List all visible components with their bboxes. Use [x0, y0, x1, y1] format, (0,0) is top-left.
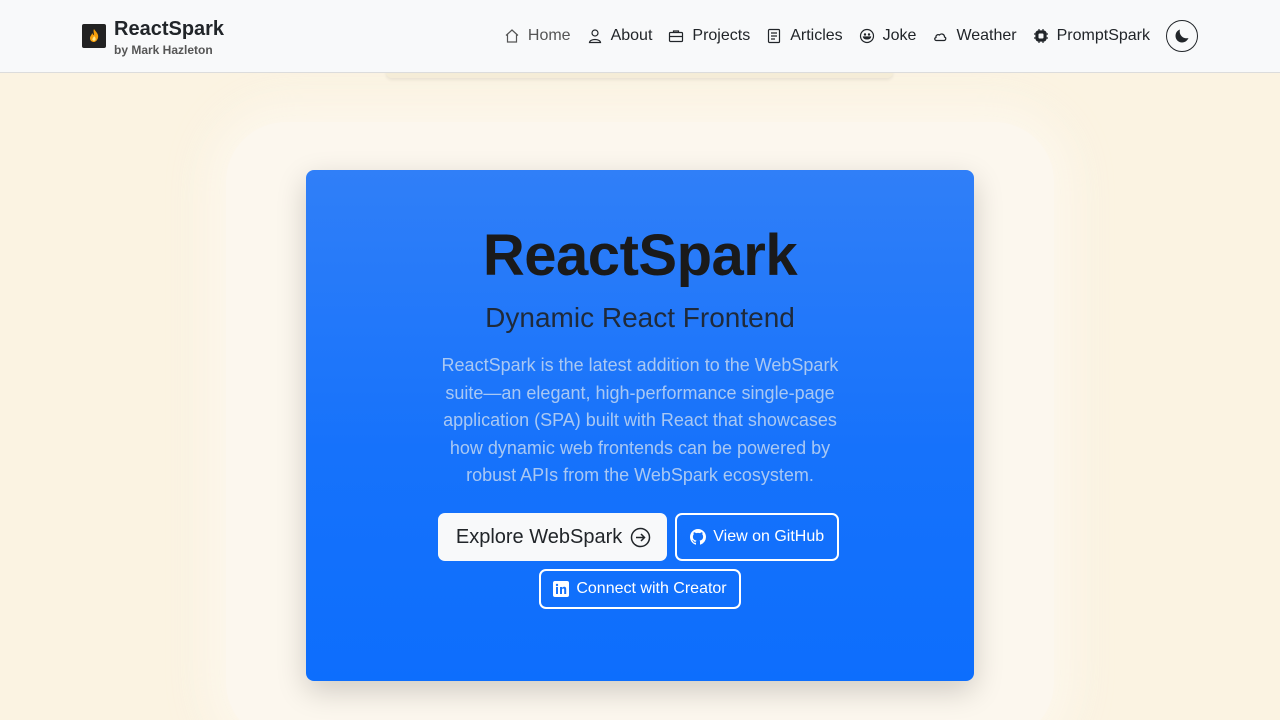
nav-label: PromptSpark — [1056, 27, 1150, 44]
nav-item-promptspark[interactable]: PromptSpark — [1025, 18, 1158, 54]
moon-icon — [1174, 28, 1190, 44]
theme-toggle-button[interactable] — [1166, 20, 1198, 52]
brand[interactable]: ReactSpark by Mark Hazleton — [82, 18, 224, 58]
nav-item-home[interactable]: Home — [496, 18, 579, 54]
hero-subtitle: Dynamic React Frontend — [485, 302, 795, 333]
nav-item-articles[interactable]: Articles — [758, 18, 850, 54]
hero-card: ReactSpark Dynamic React Frontend ReactS… — [306, 170, 974, 681]
nav-item-weather[interactable]: Weather — [924, 18, 1024, 54]
linkedin-icon — [553, 581, 570, 597]
arrow-right-circle-icon — [630, 527, 651, 548]
nav-item-joke[interactable]: Joke — [851, 18, 925, 54]
main-nav: Home About Projects Articles Joke Weathe… — [496, 0, 1198, 72]
cpu-icon — [1033, 28, 1049, 44]
briefcase-icon — [668, 28, 684, 44]
nav-label: About — [610, 27, 653, 44]
hero-title: ReactSpark — [482, 223, 798, 288]
nav-label: Weather — [956, 27, 1017, 44]
connect-with-creator-button[interactable]: Connect with Creator — [539, 569, 741, 609]
view-on-github-button[interactable]: View on GitHub — [675, 513, 840, 561]
smile-icon — [859, 28, 875, 44]
nav-item-projects[interactable]: Projects — [660, 18, 758, 54]
hero-description: ReactSpark is the latest addition to the… — [441, 355, 839, 485]
nav-item-about[interactable]: About — [579, 18, 661, 54]
github-icon — [690, 529, 707, 545]
button-label: Connect with Creator — [576, 580, 727, 597]
person-icon — [587, 28, 603, 44]
document-icon — [766, 28, 782, 44]
hero-button-row: Explore WebSpark View on GitHub — [306, 513, 974, 561]
nav-label: Home — [527, 27, 571, 44]
home-icon — [504, 28, 520, 44]
nav-label: Joke — [882, 27, 917, 44]
brand-title: ReactSpark — [114, 18, 225, 40]
button-label: Explore WebSpark — [455, 525, 623, 548]
brand-logo-icon — [82, 24, 106, 48]
explore-webspark-button[interactable]: Explore WebSpark — [437, 513, 668, 561]
navbar: ReactSpark by Mark Hazleton Home About P… — [0, 0, 1280, 73]
nav-label: Articles — [790, 27, 843, 44]
brand-subtitle: by Mark Hazleton — [114, 43, 213, 57]
hero-button-row-2: Connect with Creator — [306, 569, 974, 609]
nav-label: Projects — [692, 27, 751, 44]
cloud-icon — [932, 28, 948, 44]
button-label: View on GitHub — [713, 528, 825, 545]
